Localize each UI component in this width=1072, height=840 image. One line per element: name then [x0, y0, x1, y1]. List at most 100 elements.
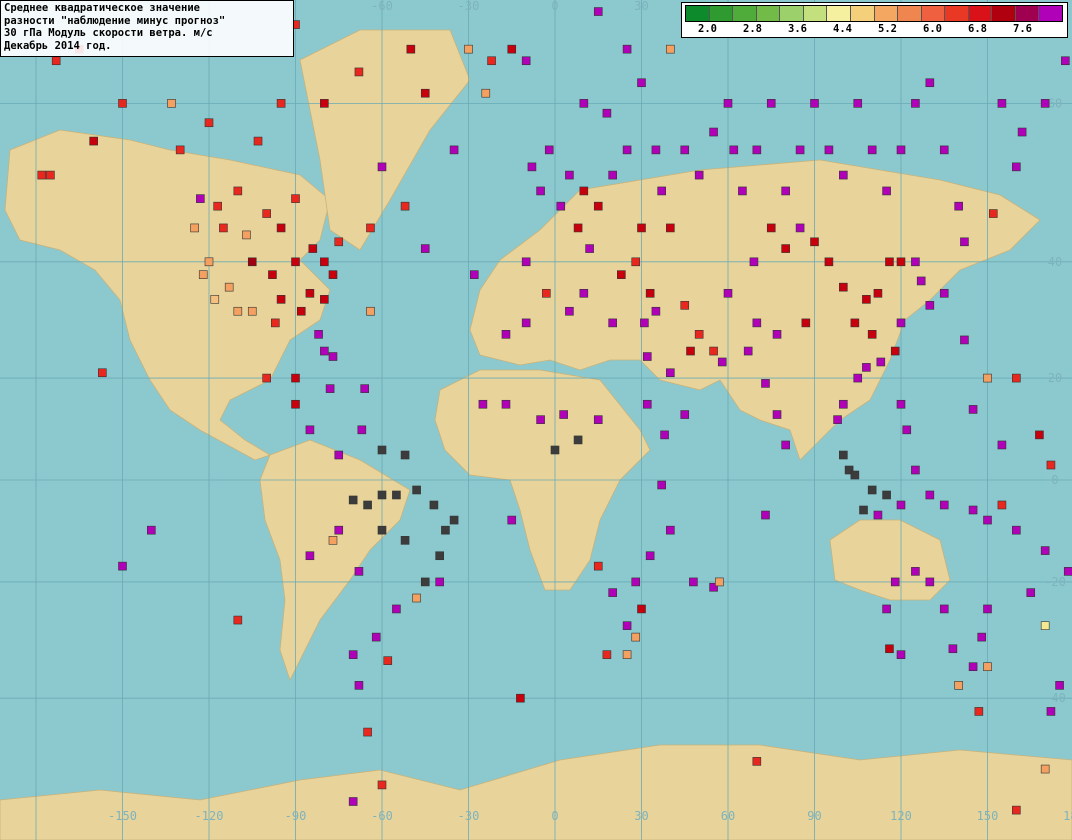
station-marker	[366, 306, 375, 316]
station-marker	[885, 644, 894, 654]
station-marker	[876, 357, 886, 367]
longitude-label-bottom: 90	[807, 809, 821, 823]
station-marker	[334, 525, 344, 535]
station-marker	[642, 352, 652, 361]
station-marker	[383, 656, 393, 665]
station-marker	[550, 445, 560, 455]
station-marker	[766, 99, 776, 108]
station-marker	[501, 399, 511, 409]
station-marker	[1061, 56, 1070, 66]
station-marker	[167, 99, 176, 108]
station-marker	[565, 170, 574, 180]
station-marker	[542, 288, 551, 298]
station-marker	[348, 797, 358, 806]
station-marker	[89, 136, 98, 146]
station-marker	[925, 301, 935, 310]
station-marker	[801, 318, 811, 328]
legend-swatch	[1015, 6, 1040, 21]
station-marker	[810, 237, 819, 247]
station-marker	[925, 490, 935, 500]
station-marker	[392, 490, 401, 500]
station-marker	[911, 99, 920, 108]
station-marker	[608, 588, 617, 597]
station-marker	[939, 145, 949, 155]
latitude-label: -20	[1044, 575, 1066, 589]
station-marker	[377, 780, 387, 790]
longitude-label-bottom: 0	[551, 809, 558, 823]
longitude-label-bottom: 120	[890, 809, 912, 823]
latitude-label: -40	[1044, 691, 1066, 705]
station-marker	[320, 257, 329, 267]
station-marker	[420, 577, 430, 587]
station-marker	[772, 410, 782, 419]
station-marker	[882, 604, 891, 614]
legend-swatch	[874, 6, 899, 21]
legend-swatch	[921, 6, 946, 21]
legend-label: 4.4	[833, 23, 852, 35]
station-marker	[939, 288, 949, 298]
station-marker	[666, 368, 675, 378]
station-marker	[521, 257, 531, 267]
station-marker	[738, 186, 747, 196]
longitude-label-bottom: -60	[371, 809, 393, 823]
station-marker	[853, 373, 863, 383]
legend-swatch	[898, 6, 922, 21]
station-marker	[680, 301, 690, 310]
station-marker	[660, 430, 669, 440]
station-marker	[810, 99, 819, 108]
station-marker	[1012, 525, 1021, 535]
station-marker	[723, 99, 733, 108]
station-marker	[795, 223, 805, 233]
station-marker	[400, 536, 410, 545]
station-marker	[666, 223, 675, 233]
station-marker	[478, 399, 488, 409]
station-marker	[694, 330, 704, 339]
legend-label: 7.6	[1013, 23, 1032, 35]
station-marker	[651, 306, 661, 316]
longitude-label-bottom: 150	[977, 809, 999, 823]
longitude-label-bottom: 30	[634, 809, 648, 823]
station-marker	[412, 593, 421, 603]
station-marker	[360, 384, 370, 393]
legend-swatch	[733, 6, 757, 21]
station-marker	[960, 335, 969, 345]
station-marker	[354, 567, 364, 576]
title-line-1: Среднее квадратическое значение	[4, 2, 200, 14]
station-marker	[862, 363, 871, 372]
station-marker	[320, 346, 329, 356]
station-marker	[1012, 162, 1021, 172]
station-marker	[481, 88, 491, 98]
station-marker	[916, 276, 926, 286]
station-marker	[233, 306, 243, 316]
station-marker	[118, 561, 127, 571]
station-marker	[305, 288, 315, 298]
station-marker	[824, 257, 834, 267]
longitude-label-bottom: 180	[1063, 809, 1072, 823]
station-marker	[377, 525, 387, 535]
station-marker	[253, 136, 263, 146]
station-marker	[204, 257, 214, 267]
station-marker	[608, 170, 617, 180]
station-marker	[766, 223, 776, 233]
station-marker	[98, 368, 107, 378]
station-marker	[196, 194, 205, 203]
station-marker	[1040, 621, 1050, 630]
station-marker	[752, 757, 762, 766]
legend-label: 2.8	[743, 23, 762, 35]
station-marker	[507, 44, 517, 54]
station-marker	[147, 525, 156, 535]
legend-swatch	[803, 6, 828, 21]
station-marker	[717, 357, 727, 367]
station-marker	[429, 500, 439, 510]
station-marker	[573, 435, 583, 445]
station-marker	[867, 485, 877, 495]
station-marker	[867, 330, 877, 339]
station-marker	[761, 510, 770, 520]
station-marker	[291, 399, 300, 409]
station-marker	[262, 209, 271, 218]
station-marker	[377, 162, 387, 172]
station-marker	[501, 330, 511, 339]
longitude-label-top: -60	[371, 0, 393, 13]
station-marker	[882, 186, 891, 196]
station-marker	[305, 551, 315, 561]
